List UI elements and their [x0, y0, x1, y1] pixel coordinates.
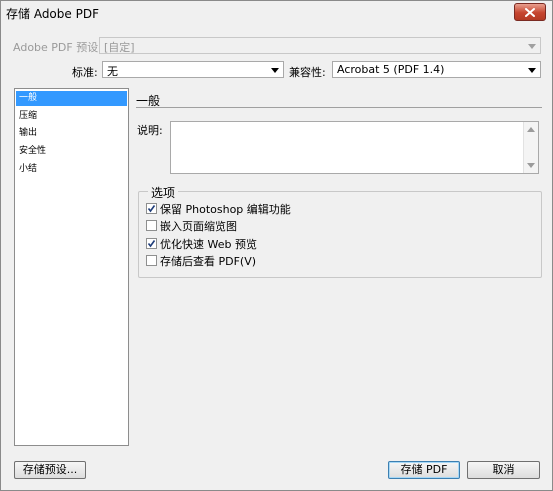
- window-title: 存储 Adobe PDF: [6, 7, 99, 21]
- compat-dropdown[interactable]: Acrobat 5 (PDF 1.4): [332, 61, 541, 78]
- checkbox[interactable]: [146, 255, 157, 266]
- option-keep-photoshop-editing[interactable]: 保留 Photoshop 编辑功能: [146, 201, 291, 216]
- description-scrollbar[interactable]: [523, 122, 538, 173]
- section-divider: [136, 107, 542, 108]
- chevron-down-icon: [528, 44, 536, 49]
- sidebar-item-output[interactable]: 输出: [16, 126, 127, 141]
- standard-dropdown[interactable]: 无: [102, 61, 284, 78]
- preset-label: Adobe PDF 预设:: [13, 41, 102, 54]
- checkmark-icon: [147, 240, 156, 248]
- description-textarea[interactable]: [170, 121, 539, 174]
- chevron-down-icon: [271, 68, 279, 73]
- scroll-up-icon[interactable]: [527, 127, 535, 132]
- sidebar-item-compression[interactable]: 压缩: [16, 109, 127, 124]
- checkbox[interactable]: [146, 220, 157, 231]
- close-button[interactable]: [514, 3, 546, 21]
- title-bar[interactable]: 存储 Adobe PDF: [1, 1, 552, 23]
- scroll-down-icon[interactable]: [527, 163, 535, 168]
- preset-dropdown: [自定]: [99, 37, 541, 54]
- checkbox-label: 优化快速 Web 预览: [160, 237, 257, 251]
- checkbox-label: 保留 Photoshop 编辑功能: [160, 202, 291, 216]
- sidebar-list: 一般 压缩 输出 安全性 小结: [14, 88, 129, 446]
- checkbox[interactable]: [146, 238, 157, 249]
- save-preset-button[interactable]: 存储预设...: [14, 461, 86, 479]
- option-embed-page-thumbnails[interactable]: 嵌入页面缩览图: [146, 218, 237, 233]
- standard-value: 无: [107, 65, 118, 78]
- compat-label: 兼容性:: [289, 66, 326, 79]
- chevron-down-icon: [528, 68, 536, 73]
- option-view-pdf-after-saving[interactable]: 存储后查看 PDF(V): [146, 253, 256, 268]
- sidebar-item-general[interactable]: 一般: [16, 91, 127, 106]
- checkmark-icon: [147, 205, 156, 213]
- save-pdf-button[interactable]: 存储 PDF: [388, 461, 460, 479]
- sidebar-item-security[interactable]: 安全性: [16, 144, 127, 159]
- checkbox[interactable]: [146, 203, 157, 214]
- cancel-button[interactable]: 取消: [467, 461, 540, 479]
- compat-value: Acrobat 5 (PDF 1.4): [337, 63, 445, 76]
- save-adobe-pdf-dialog: 存储 Adobe PDF Adobe PDF 预设: [自定] 标准: 无 兼容…: [0, 0, 553, 491]
- sidebar-item-summary[interactable]: 小结: [16, 162, 127, 177]
- options-group-title: 选项: [148, 184, 179, 201]
- close-icon: [525, 7, 535, 17]
- checkbox-label: 存储后查看 PDF(V): [160, 254, 257, 268]
- description-label: 说明:: [137, 124, 163, 137]
- option-optimize-fast-web-view[interactable]: 优化快速 Web 预览: [146, 236, 257, 251]
- checkbox-label: 嵌入页面缩览图: [160, 219, 237, 233]
- preset-value: [自定]: [104, 41, 135, 54]
- standard-label: 标准:: [72, 66, 98, 79]
